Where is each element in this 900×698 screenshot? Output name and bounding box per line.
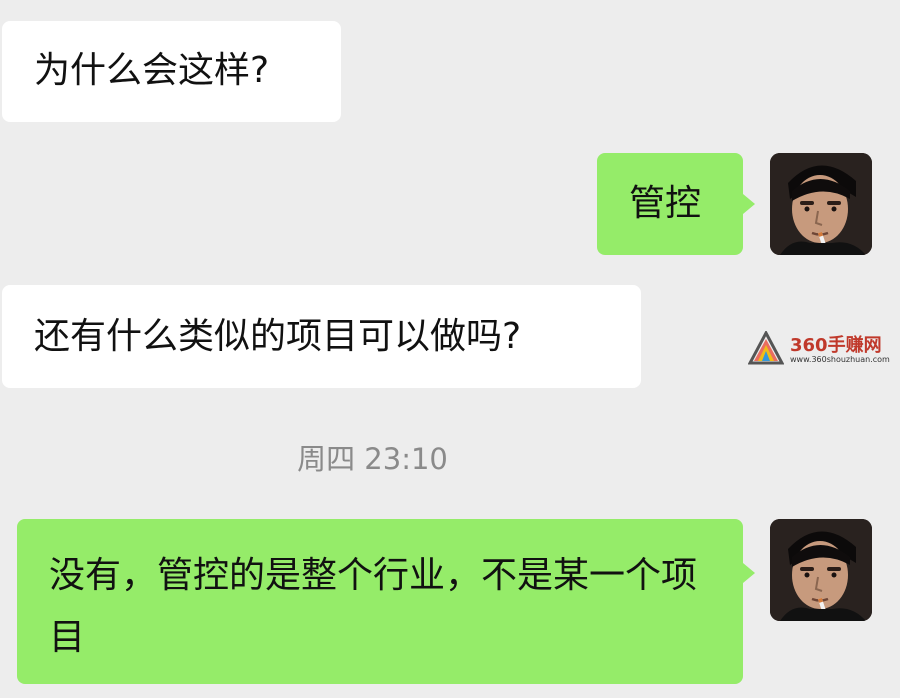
message-bubble-incoming[interactable]: 为什么会这样? <box>2 21 341 122</box>
watermark-logo-icon <box>747 329 785 365</box>
avatar[interactable] <box>770 519 872 621</box>
avatar[interactable] <box>770 153 872 255</box>
avatar-portrait-icon <box>770 153 872 255</box>
message-bubble-outgoing[interactable]: 没有，管控的是整个行业，不是某一个项目 <box>17 519 755 684</box>
watermark-title: 360手赚网 <box>790 335 882 356</box>
message-text: 还有什么类似的项目可以做吗? <box>34 316 522 357</box>
message-text: 管控 <box>629 183 702 224</box>
message-text: 为什么会这样? <box>34 50 270 91</box>
message-bubble-outgoing[interactable]: 管控 <box>597 153 755 255</box>
avatar-portrait-icon <box>770 519 872 621</box>
watermark: 360手赚网 www.360shouzhuan.com <box>747 329 890 369</box>
message-bubble-incoming[interactable]: 还有什么类似的项目可以做吗? <box>2 285 641 388</box>
timestamp: 周四 23:10 <box>297 442 448 476</box>
watermark-url: www.360shouzhuan.com <box>790 355 890 364</box>
message-text: 没有，管控的是整个行业，不是某一个项目 <box>49 555 698 658</box>
